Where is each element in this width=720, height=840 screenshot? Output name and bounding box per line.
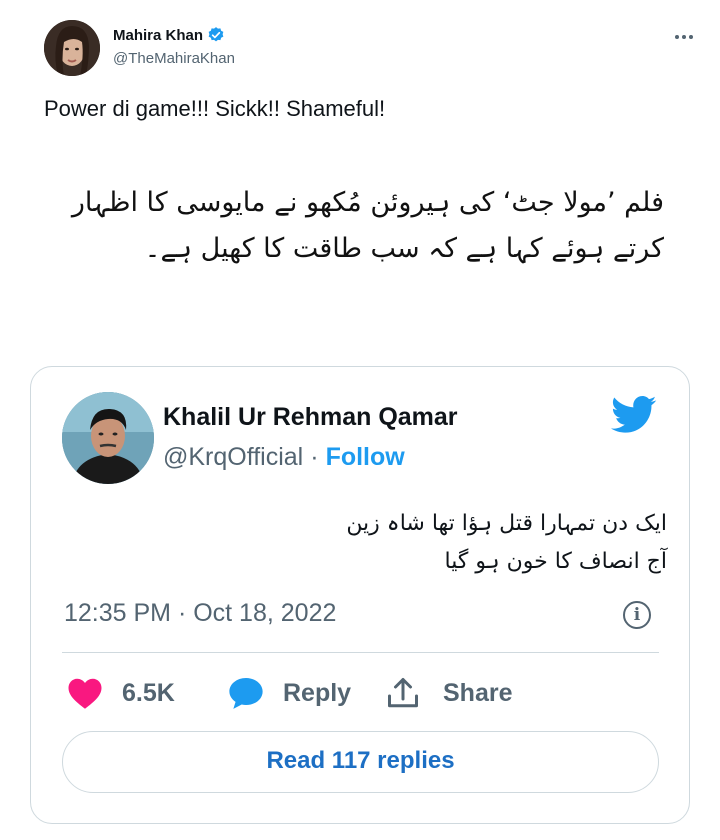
share-icon <box>385 675 421 711</box>
embedded-author-handle[interactable]: @KrqOfficial <box>163 443 303 472</box>
share-label: Share <box>443 678 513 707</box>
info-icon[interactable]: i <box>623 601 651 629</box>
twitter-bird-icon[interactable] <box>611 395 657 435</box>
embedded-tweet-card[interactable]: Khalil Ur Rehman Qamar @KrqOfficial · Fo… <box>30 366 690 824</box>
follow-button[interactable]: Follow <box>326 443 405 472</box>
embedded-handle-row: @KrqOfficial · Follow <box>163 443 405 472</box>
heart-icon <box>67 676 103 710</box>
reply-button[interactable]: Reply <box>227 673 351 713</box>
tweet-text: Power di game!!! Sickk!! Shameful! <box>44 96 386 121</box>
reply-label: Reply <box>283 678 352 707</box>
urdu-caption-line-1: فلم ’مولا جٹ‘ کی ہیروئن مُکھو نے مایوسی … <box>71 187 664 218</box>
divider <box>62 652 659 653</box>
author-name[interactable]: Mahira Khan <box>113 27 203 44</box>
read-replies-button[interactable]: Read 117 replies <box>62 731 659 793</box>
tweet-timestamp[interactable]: 12:35 PM · Oct 18, 2022 <box>64 599 336 628</box>
embedded-text-line-1: ایک دن تمہارا قتل ہؤا تھا شاہ زین <box>346 511 667 536</box>
verified-badge-icon <box>207 26 225 44</box>
embedded-author-name[interactable]: Khalil Ur Rehman Qamar <box>163 403 458 432</box>
tweet-actions: 6.5K Reply Share <box>67 673 667 713</box>
embedded-text-line-2: آج انصاف کا خون ہو گیا <box>444 549 667 574</box>
embedded-author-avatar[interactable] <box>62 392 154 484</box>
author-handle[interactable]: @TheMahiraKhan <box>113 50 235 67</box>
like-button[interactable]: 6.5K <box>67 673 175 713</box>
tweet-header: Mahira Khan @TheMahiraKhan <box>44 20 694 76</box>
reply-bubble-icon <box>227 675 265 711</box>
like-count: 6.5K <box>122 678 175 707</box>
share-button[interactable]: Share <box>385 673 512 713</box>
handle-separator: · <box>310 443 319 471</box>
author-avatar[interactable] <box>44 20 100 76</box>
embedded-tweet-text: ایک دن تمہارا قتل ہؤا تھا شاہ زین آج انص… <box>71 505 667 581</box>
author-name-row: Mahira Khan <box>113 26 225 44</box>
urdu-caption: فلم ’مولا جٹ‘ کی ہیروئن مُکھو نے مایوسی … <box>44 180 664 272</box>
urdu-caption-line-2: کرتے ہوئے کہا ہے کہ سب طاقت کا کھیل ہے۔ <box>144 233 664 264</box>
more-options-icon[interactable] <box>674 24 694 44</box>
